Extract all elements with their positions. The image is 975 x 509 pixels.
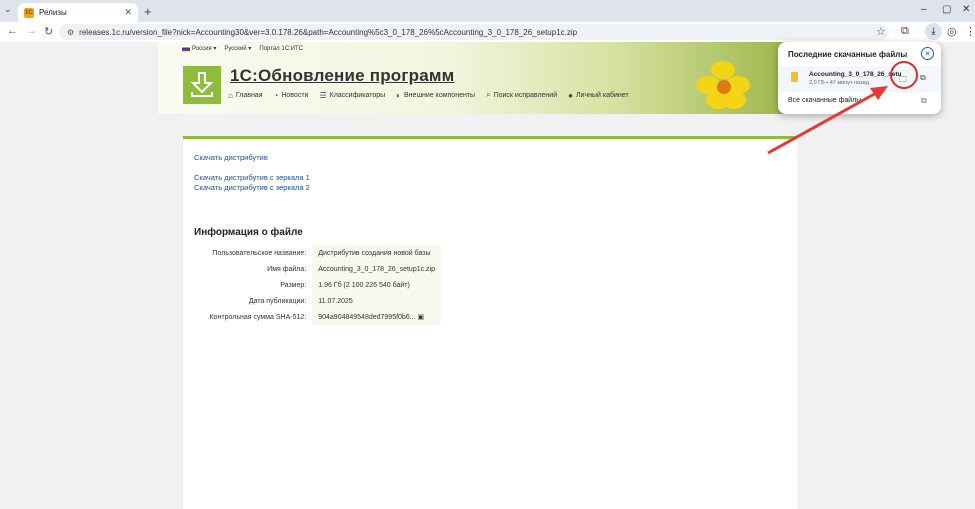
download-link[interactable]: Скачать дистрибутив: [194, 153, 268, 162]
nav-personal-account[interactable]: ● Личный кабинет: [568, 91, 629, 100]
mirror1-link[interactable]: Скачать дистрибутив с зеркала 1: [194, 173, 310, 182]
user-icon: ●: [568, 90, 573, 100]
row-label: Размер:: [280, 281, 307, 289]
tab-list-icon[interactable]: ⌄: [4, 4, 12, 15]
table-row: Имя файла: Accounting_3_0_178_26_setup1c.…: [194, 261, 441, 277]
file-info-heading: Информация о файле: [194, 227, 303, 238]
nav-news[interactable]: ◔ Новости: [274, 91, 309, 100]
list-icon: ☰: [319, 90, 327, 100]
table-row: Контрольная сумма SHA-512: 904a904849548d…: [194, 309, 441, 325]
rss-icon: ◔: [273, 90, 279, 100]
favicon-icon: 1С: [24, 7, 34, 18]
nav-home[interactable]: ⌂ Главная: [228, 91, 263, 100]
downloads-icon[interactable]: ⤓: [925, 23, 942, 40]
browser-toolbar: ← → ↻ ⚙ releases.1c.ru/version_file?nick…: [0, 22, 975, 42]
flower-decoration: [696, 61, 750, 109]
forward-icon[interactable]: →: [26, 25, 37, 37]
row-value: Дистрибутив создания новой базы: [312, 245, 441, 261]
download-filename: Accounting_3_0_178_26_setu: [809, 71, 902, 78]
row-value: Accounting_3_0_178_26_setup1c.zip: [312, 261, 441, 277]
tab-title: Релизы: [39, 8, 67, 17]
download-logo-icon[interactable]: [183, 66, 221, 104]
profile-icon[interactable]: ◎: [947, 25, 957, 38]
row-label: Имя файла:: [267, 265, 307, 273]
address-bar[interactable]: ⚙ releases.1c.ru/version_file?nick=Accou…: [59, 24, 889, 40]
table-row: Пользовательское название: Дистрибутив со…: [194, 245, 441, 261]
row-label: Пользовательское название:: [212, 249, 307, 257]
file-info-table: Пользовательское название: Дистрибутив со…: [194, 245, 441, 325]
window-close-icon[interactable]: ✕: [962, 4, 970, 15]
site-header: Россия ▾ Русский ▾ Портал 1С:ИТС 1С:Обно…: [158, 42, 798, 114]
main-nav: ⌂ Главная ◔ Новости ☰ Классификаторы ◐ Внешн…: [228, 90, 629, 100]
browser-tab[interactable]: 1С Релизы ✕: [18, 3, 138, 22]
home-icon: ⌂: [228, 90, 233, 100]
new-tab-icon[interactable]: +: [144, 4, 152, 19]
region-selector[interactable]: Россия ▾: [182, 45, 216, 52]
maximize-icon[interactable]: ▢: [942, 4, 951, 15]
mirror2-link[interactable]: Скачать дистрибутив с зеркала 2: [194, 183, 310, 192]
row-value: 11.07.2025: [312, 293, 441, 309]
minimize-icon[interactable]: –: [921, 4, 927, 15]
search-icon: ⌕: [486, 90, 491, 99]
row-label: Дата публикации:: [248, 297, 307, 305]
top-links: Россия ▾ Русский ▾ Портал 1С:ИТС: [182, 45, 303, 52]
row-label: Контрольная сумма SHA-512:: [209, 313, 307, 321]
extensions-icon[interactable]: ⧉: [901, 25, 909, 38]
site-title[interactable]: 1С:Обновление программ: [230, 66, 454, 86]
nav-classifiers[interactable]: ☰ Классификаторы: [319, 91, 385, 100]
annotation-arrow: [767, 86, 888, 155]
table-row: Размер: 1.96 Гб (2 100 226 540 байт): [194, 277, 441, 293]
back-icon[interactable]: ←: [7, 25, 18, 37]
row-value: 1.96 Гб (2 100 226 540 байт): [312, 277, 441, 293]
nav-search-fixes[interactable]: ⌕ Поиск исправлений: [486, 90, 557, 100]
reload-icon[interactable]: ↻: [44, 25, 53, 38]
its-portal-link[interactable]: Портал 1С:ИТС: [259, 46, 303, 52]
puzzle-icon: ◐: [396, 90, 402, 100]
site-info-icon[interactable]: ⚙: [67, 28, 74, 37]
row-value: 904a904849548ded7995f0b6... ▣: [312, 309, 441, 325]
language-selector[interactable]: Русский ▾: [224, 45, 251, 52]
russia-flag-icon: [182, 45, 190, 51]
download-arrow-icon: [190, 72, 214, 97]
popup-title: Последние скачанные файлы: [788, 50, 908, 59]
url-text: releases.1c.ru/version_file?nick=Account…: [79, 27, 578, 37]
open-downloads-page-icon[interactable]: ⧉: [921, 96, 927, 106]
bookmark-star-icon[interactable]: ☆: [876, 25, 886, 38]
main-content: Скачать дистрибутив Скачать дистрибутив …: [183, 136, 797, 509]
tab-bar: ⌄ 1С Релизы ✕ + – ▢ ✕: [0, 0, 975, 22]
copy-icon[interactable]: ▣: [418, 314, 425, 321]
open-external-icon[interactable]: ⧉: [920, 73, 926, 83]
table-row: Дата публикации: 11.07.2025: [194, 293, 441, 309]
menu-icon[interactable]: ⋮: [965, 25, 975, 38]
popup-close-icon[interactable]: ✕: [921, 47, 934, 60]
close-icon[interactable]: ✕: [124, 7, 132, 18]
nav-external-components[interactable]: ◐ Внешние компоненты: [396, 91, 475, 100]
